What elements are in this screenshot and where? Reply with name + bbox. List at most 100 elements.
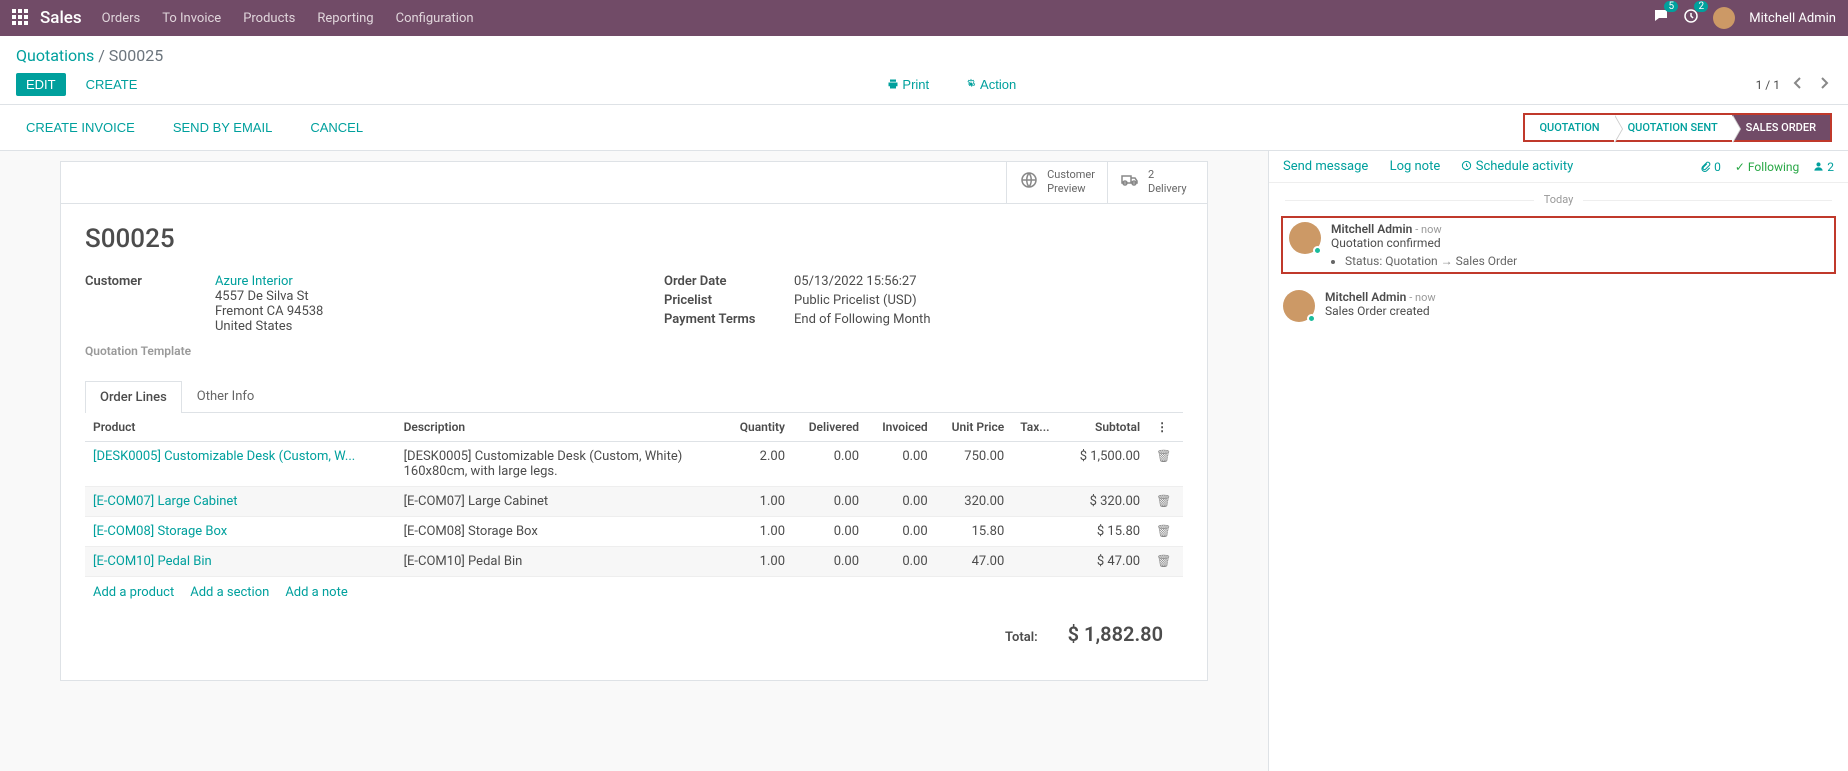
status-quotation-sent[interactable]: QUOTATION SENT <box>1614 115 1732 140</box>
line-subtotal: $ 15.80 <box>1063 516 1148 546</box>
pager-prev[interactable] <box>1790 75 1806 94</box>
activities-icon[interactable]: 2 <box>1683 8 1699 28</box>
addr-line3: United States <box>215 319 604 334</box>
following-button[interactable]: ✓ Following <box>1735 160 1799 174</box>
customer-link[interactable]: Azure Interior <box>215 274 604 289</box>
msg-time: - now <box>1415 223 1441 236</box>
line-price: 47.00 <box>936 546 1013 576</box>
followers-count[interactable]: 2 <box>1813 160 1834 174</box>
addr-line2: Fremont CA 94538 <box>215 304 604 319</box>
line-subtotal: $ 320.00 <box>1063 486 1148 516</box>
pager-next[interactable] <box>1816 75 1832 94</box>
status-quotation[interactable]: QUOTATION <box>1525 115 1613 140</box>
date-divider: Today <box>1269 183 1848 216</box>
line-delivered: 0.00 <box>793 516 867 546</box>
apps-icon[interactable] <box>12 9 30 27</box>
line-invoiced: 0.00 <box>867 546 936 576</box>
total-value: $ 1,882.80 <box>1068 622 1163 646</box>
breadcrumb: Quotations / S00025 <box>16 46 1832 65</box>
brand[interactable]: Sales <box>40 8 82 28</box>
line-desc: [E-COM08] Storage Box <box>396 516 725 546</box>
label-customer: Customer <box>85 274 215 334</box>
menu-to-invoice[interactable]: To Invoice <box>162 11 221 26</box>
line-price: 320.00 <box>936 486 1013 516</box>
line-invoiced: 0.00 <box>867 486 936 516</box>
line-product[interactable]: [E-COM08] Storage Box <box>85 516 396 546</box>
line-product[interactable]: [E-COM07] Large Cabinet <box>85 486 396 516</box>
create-button[interactable]: CREATE <box>76 73 148 96</box>
msg-time: - now <box>1409 291 1435 304</box>
edit-button[interactable]: EDIT <box>16 73 66 96</box>
action-button[interactable]: Action <box>955 73 1026 96</box>
status-bar: QUOTATION QUOTATION SENT SALES ORDER <box>1523 113 1832 142</box>
add-product-link[interactable]: Add a product <box>93 585 174 600</box>
line-product[interactable]: [E-COM10] Pedal Bin <box>85 546 396 576</box>
attachment-count[interactable]: 0 <box>1700 160 1721 174</box>
print-button[interactable]: Print <box>877 73 939 96</box>
log-note-link[interactable]: Log note <box>1390 159 1441 174</box>
control-bar: EDIT CREATE Print Action 1 / 1 <box>0 65 1848 105</box>
user-avatar[interactable] <box>1713 7 1735 29</box>
value-pricelist: Public Pricelist (USD) <box>794 293 1183 308</box>
globe-icon <box>1019 170 1039 194</box>
send-email-button[interactable]: SEND BY EMAIL <box>163 116 282 139</box>
line-product[interactable]: [DESK0005] Customizable Desk (Custom, W.… <box>85 441 396 486</box>
col-delivered: Delivered <box>793 413 867 442</box>
status-sales-order[interactable]: SALES ORDER <box>1732 115 1830 140</box>
table-row[interactable]: [DESK0005] Customizable Desk (Custom, W.… <box>85 441 1183 486</box>
msg-author: Mitchell Admin <box>1331 222 1412 236</box>
chatter: Send message Log note Schedule activity … <box>1268 151 1848 771</box>
line-delivered: 0.00 <box>793 441 867 486</box>
delivery-button[interactable]: 2Delivery <box>1107 162 1207 203</box>
schedule-activity-link[interactable]: Schedule activity <box>1461 159 1573 174</box>
menu-reporting[interactable]: Reporting <box>317 11 373 26</box>
col-subtotal: Subtotal <box>1063 413 1148 442</box>
message-item: Mitchell Admin - now Sales Order created <box>1269 282 1848 330</box>
line-qty: 1.00 <box>725 516 793 546</box>
menu-orders[interactable]: Orders <box>102 11 141 26</box>
addr-line1: 4557 De Silva St <box>215 289 604 304</box>
avatar <box>1289 222 1321 254</box>
col-tax: Tax... <box>1012 413 1063 442</box>
form-card: CustomerPreview 2Delivery S00025 Custome… <box>60 161 1208 681</box>
line-subtotal: $ 47.00 <box>1063 546 1148 576</box>
col-desc: Description <box>396 413 725 442</box>
customer-preview-button[interactable]: CustomerPreview <box>1006 162 1107 203</box>
col-invoiced: Invoiced <box>867 413 936 442</box>
messages-icon[interactable]: 5 <box>1653 8 1669 28</box>
col-menu-icon[interactable]: ⋮ <box>1148 413 1183 442</box>
create-invoice-button[interactable]: CREATE INVOICE <box>16 116 145 139</box>
breadcrumb-bar: Quotations / S00025 <box>0 36 1848 65</box>
add-section-link[interactable]: Add a section <box>190 585 269 600</box>
value-order-date: 05/13/2022 15:56:27 <box>794 274 1183 289</box>
table-row[interactable]: [E-COM08] Storage Box[E-COM08] Storage B… <box>85 516 1183 546</box>
user-name[interactable]: Mitchell Admin <box>1749 11 1836 26</box>
breadcrumb-current: S00025 <box>109 46 163 65</box>
table-row[interactable]: [E-COM10] Pedal Bin[E-COM10] Pedal Bin1.… <box>85 546 1183 576</box>
label-pricelist: Pricelist <box>664 293 794 308</box>
record-title: S00025 <box>85 224 1183 254</box>
delete-line-icon[interactable]: 🗑 <box>1148 441 1183 486</box>
line-invoiced: 0.00 <box>867 516 936 546</box>
line-delivered: 0.00 <box>793 486 867 516</box>
message-item: Mitchell Admin - now Quotation confirmed… <box>1281 216 1836 274</box>
line-price: 15.80 <box>936 516 1013 546</box>
cancel-button[interactable]: CANCEL <box>300 116 373 139</box>
menu-configuration[interactable]: Configuration <box>396 11 474 26</box>
tab-order-lines[interactable]: Order Lines <box>85 381 182 413</box>
line-tax <box>1012 486 1063 516</box>
value-payment-terms: End of Following Month <box>794 312 1183 327</box>
line-tax <box>1012 546 1063 576</box>
label-order-date: Order Date <box>664 274 794 289</box>
send-message-link[interactable]: Send message <box>1283 159 1368 174</box>
breadcrumb-root[interactable]: Quotations <box>16 46 94 65</box>
delete-line-icon[interactable]: 🗑 <box>1148 546 1183 576</box>
delete-line-icon[interactable]: 🗑 <box>1148 516 1183 546</box>
add-note-link[interactable]: Add a note <box>285 585 347 600</box>
activities-count: 2 <box>1694 1 1708 12</box>
table-row[interactable]: [E-COM07] Large Cabinet[E-COM07] Large C… <box>85 486 1183 516</box>
line-desc: [E-COM07] Large Cabinet <box>396 486 725 516</box>
tab-other-info[interactable]: Other Info <box>182 380 270 412</box>
menu-products[interactable]: Products <box>243 11 295 26</box>
delete-line-icon[interactable]: 🗑 <box>1148 486 1183 516</box>
